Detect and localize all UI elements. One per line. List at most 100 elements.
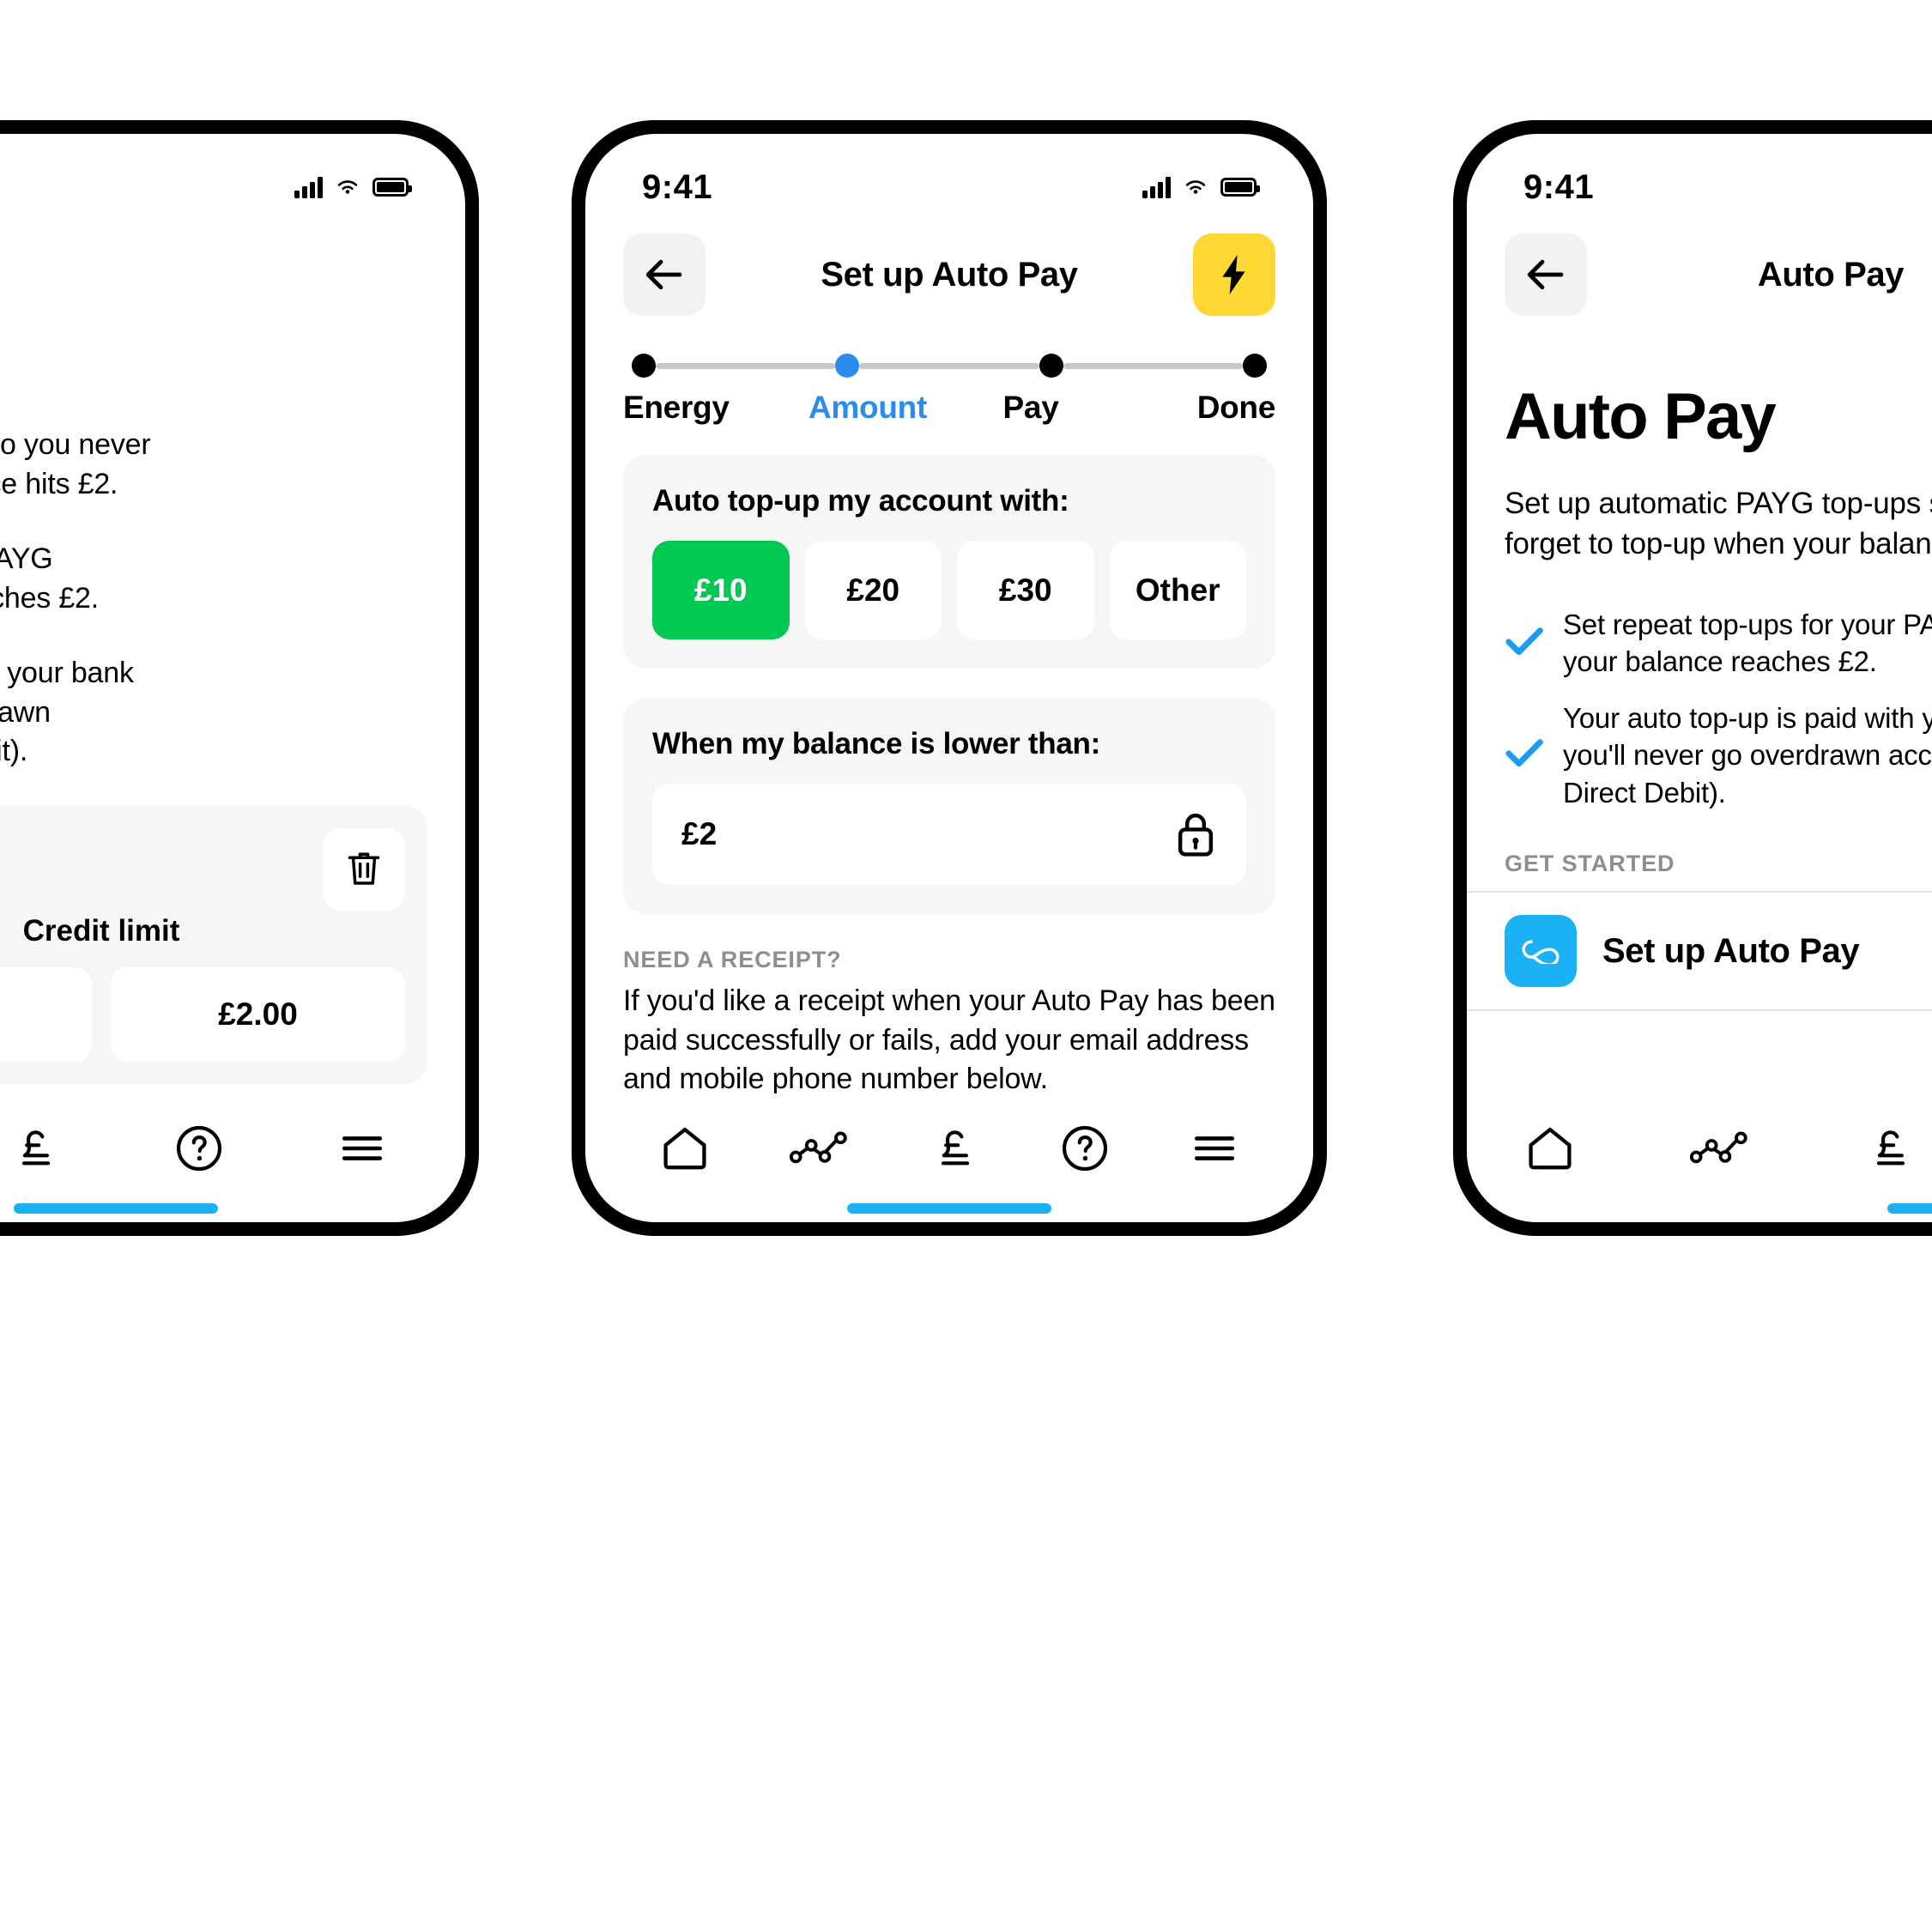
phone-screen-right: 9:41 Auto Pay Auto Pay Set up automatic …: [1467, 134, 1932, 1222]
get-started-heading: GET STARTED: [1505, 851, 1675, 877]
phone-screen-center: 9:41 Set up Auto Pay Energy Amount Pay D…: [585, 134, 1313, 1222]
step-label-amount[interactable]: Amount: [786, 390, 949, 426]
back-button[interactable]: [1505, 233, 1587, 316]
menu-icon: [342, 1136, 383, 1160]
arrow-left-icon: [1527, 259, 1564, 290]
left-bullet-1: op-ups for your PAYG your balance reache…: [0, 542, 100, 615]
delete-button[interactable]: [323, 827, 405, 911]
left-bullet-2: op-up is paid with your bank ll never go…: [0, 657, 134, 768]
step-dot-amount[interactable]: [835, 354, 860, 378]
left-paragraph-1: c PAYG top-ups so you never when your ba…: [0, 428, 151, 500]
battery-icon: [1220, 178, 1260, 197]
nav-bar-left: Auto Pay: [0, 216, 465, 319]
headline: Auto Pay: [1505, 380, 1777, 453]
tab-help[interactable]: [173, 1123, 225, 1174]
battery-icon: [372, 178, 412, 197]
page-title: Auto Pay: [1757, 255, 1905, 294]
intro-paragraph: Set up automatic PAYG top-ups so you nev…: [1505, 487, 1932, 561]
stepper-labels: Energy Amount Pay Done: [623, 390, 1275, 426]
list-item-label: Set up Auto Pay: [1602, 931, 1860, 970]
progress-stepper: Energy Amount Pay Done: [585, 319, 1313, 426]
tab-payments[interactable]: [1865, 1123, 1917, 1174]
benefit-item: Your auto top-up is paid with your bank …: [1505, 700, 1932, 812]
get-started-list: Set up Auto Pay: [1467, 891, 1932, 1012]
balance-threshold-title: When my balance is lower than:: [652, 727, 1100, 760]
help-icon: [1062, 1125, 1107, 1172]
step-label-pay[interactable]: Pay: [949, 390, 1112, 426]
receipt-eyebrow: NEED A RECEIPT?: [623, 947, 842, 972]
status-icons: [294, 176, 412, 198]
topup-amount-card: Auto top-up my account with: £10 £20 £30…: [623, 455, 1275, 669]
back-button[interactable]: [623, 233, 706, 316]
credit-limit-value[interactable]: £2.00: [111, 966, 405, 1062]
home-icon: [663, 1127, 706, 1170]
pound-icon: [1876, 1130, 1905, 1166]
tab-usage[interactable]: [790, 1124, 851, 1172]
tab-usage[interactable]: [1690, 1124, 1752, 1172]
balance-threshold-card: When my balance is lower than: £2: [623, 698, 1275, 914]
receipt-body: If you'd like a receipt when your Auto P…: [623, 984, 1275, 1096]
phone-mockup-left: 9:41 Auto Pay: [0, 120, 479, 1236]
arrow-left-icon: [645, 259, 682, 290]
list-item-setup-auto-pay[interactable]: Set up Auto Pay: [1467, 893, 1932, 1009]
step-label-energy[interactable]: Energy: [623, 390, 786, 426]
lock-icon: [1178, 813, 1214, 857]
check-icon: [1505, 626, 1543, 661]
tab-home[interactable]: [1523, 1122, 1577, 1175]
benefit-text: Set repeat top-ups for your PAYG meter w…: [1563, 608, 1932, 678]
status-time: 9:41: [1523, 167, 1595, 206]
page-title: Set up Auto Pay: [821, 255, 1078, 294]
phone-mockup-center: 9:41 Set up Auto Pay Energy Amount Pay D…: [572, 120, 1327, 1236]
amount-option-10[interactable]: £10: [652, 541, 790, 639]
nav-bar-center: Set up Auto Pay: [585, 216, 1313, 319]
tab-home[interactable]: [658, 1122, 712, 1175]
trash-icon: [348, 852, 380, 885]
status-bar-left: 9:41: [0, 134, 465, 216]
credit-limit-label: Credit limit: [22, 913, 180, 948]
tab-menu[interactable]: [336, 1123, 388, 1174]
credit-limit-field-partial[interactable]: [0, 966, 92, 1062]
wifi-icon: [1185, 180, 1206, 194]
status-icons: [1142, 176, 1260, 198]
status-bar-right: 9:41: [1467, 134, 1932, 216]
screenshot-stage: 9:41 Auto Pay: [0, 0, 1932, 1932]
check-icon: [1505, 737, 1543, 772]
status-time: 9:41: [642, 167, 713, 206]
credit-limit-card: Credit limit £2.00: [0, 805, 427, 1084]
home-indicator: [14, 1203, 218, 1214]
benefits-list: Set repeat top-ups for your PAYG meter w…: [1467, 565, 1932, 812]
step-dot-done[interactable]: [1242, 354, 1267, 378]
home-indicator: [847, 1203, 1051, 1214]
benefit-text: Your auto top-up is paid with your bank …: [1563, 701, 1932, 809]
energy-action-button[interactable]: [1193, 233, 1275, 316]
pound-icon: [941, 1130, 970, 1166]
phone-screen-left: 9:41 Auto Pay: [0, 134, 465, 1222]
cellular-signal-icon: [294, 176, 323, 198]
left-body-text: c PAYG top-ups so you never when your ba…: [0, 319, 465, 772]
step-dot-energy[interactable]: [632, 354, 656, 378]
tab-bar-right: [1467, 1093, 1932, 1222]
balance-threshold-value: £2: [681, 816, 718, 851]
lightning-icon: [1222, 255, 1245, 294]
status-bar-center: 9:41: [585, 134, 1313, 216]
nav-bar-right: Auto Pay: [1467, 216, 1932, 319]
topup-amount-options: £10 £20 £30 Other: [652, 541, 1246, 639]
wifi-icon: [337, 180, 358, 194]
tab-menu[interactable]: [1189, 1123, 1240, 1174]
tab-payments[interactable]: [10, 1123, 62, 1174]
step-connector-1: [656, 362, 836, 369]
tab-payments[interactable]: [930, 1123, 981, 1174]
step-dot-pay[interactable]: [1039, 354, 1063, 378]
phone-mockup-right: 9:41 Auto Pay Auto Pay Set up automatic …: [1453, 120, 1932, 1236]
step-label-done[interactable]: Done: [1112, 390, 1276, 426]
home-icon: [1529, 1127, 1572, 1170]
amount-option-30[interactable]: £30: [957, 541, 1094, 639]
help-icon: [176, 1125, 222, 1172]
amount-option-20[interactable]: £20: [804, 541, 942, 639]
menu-icon: [1194, 1136, 1234, 1160]
tab-help[interactable]: [1059, 1123, 1111, 1174]
cellular-signal-icon: [1142, 176, 1171, 198]
benefit-item: Set repeat top-ups for your PAYG meter w…: [1505, 606, 1932, 681]
usage-icon: [790, 1131, 847, 1164]
amount-option-other[interactable]: Other: [1109, 541, 1246, 639]
